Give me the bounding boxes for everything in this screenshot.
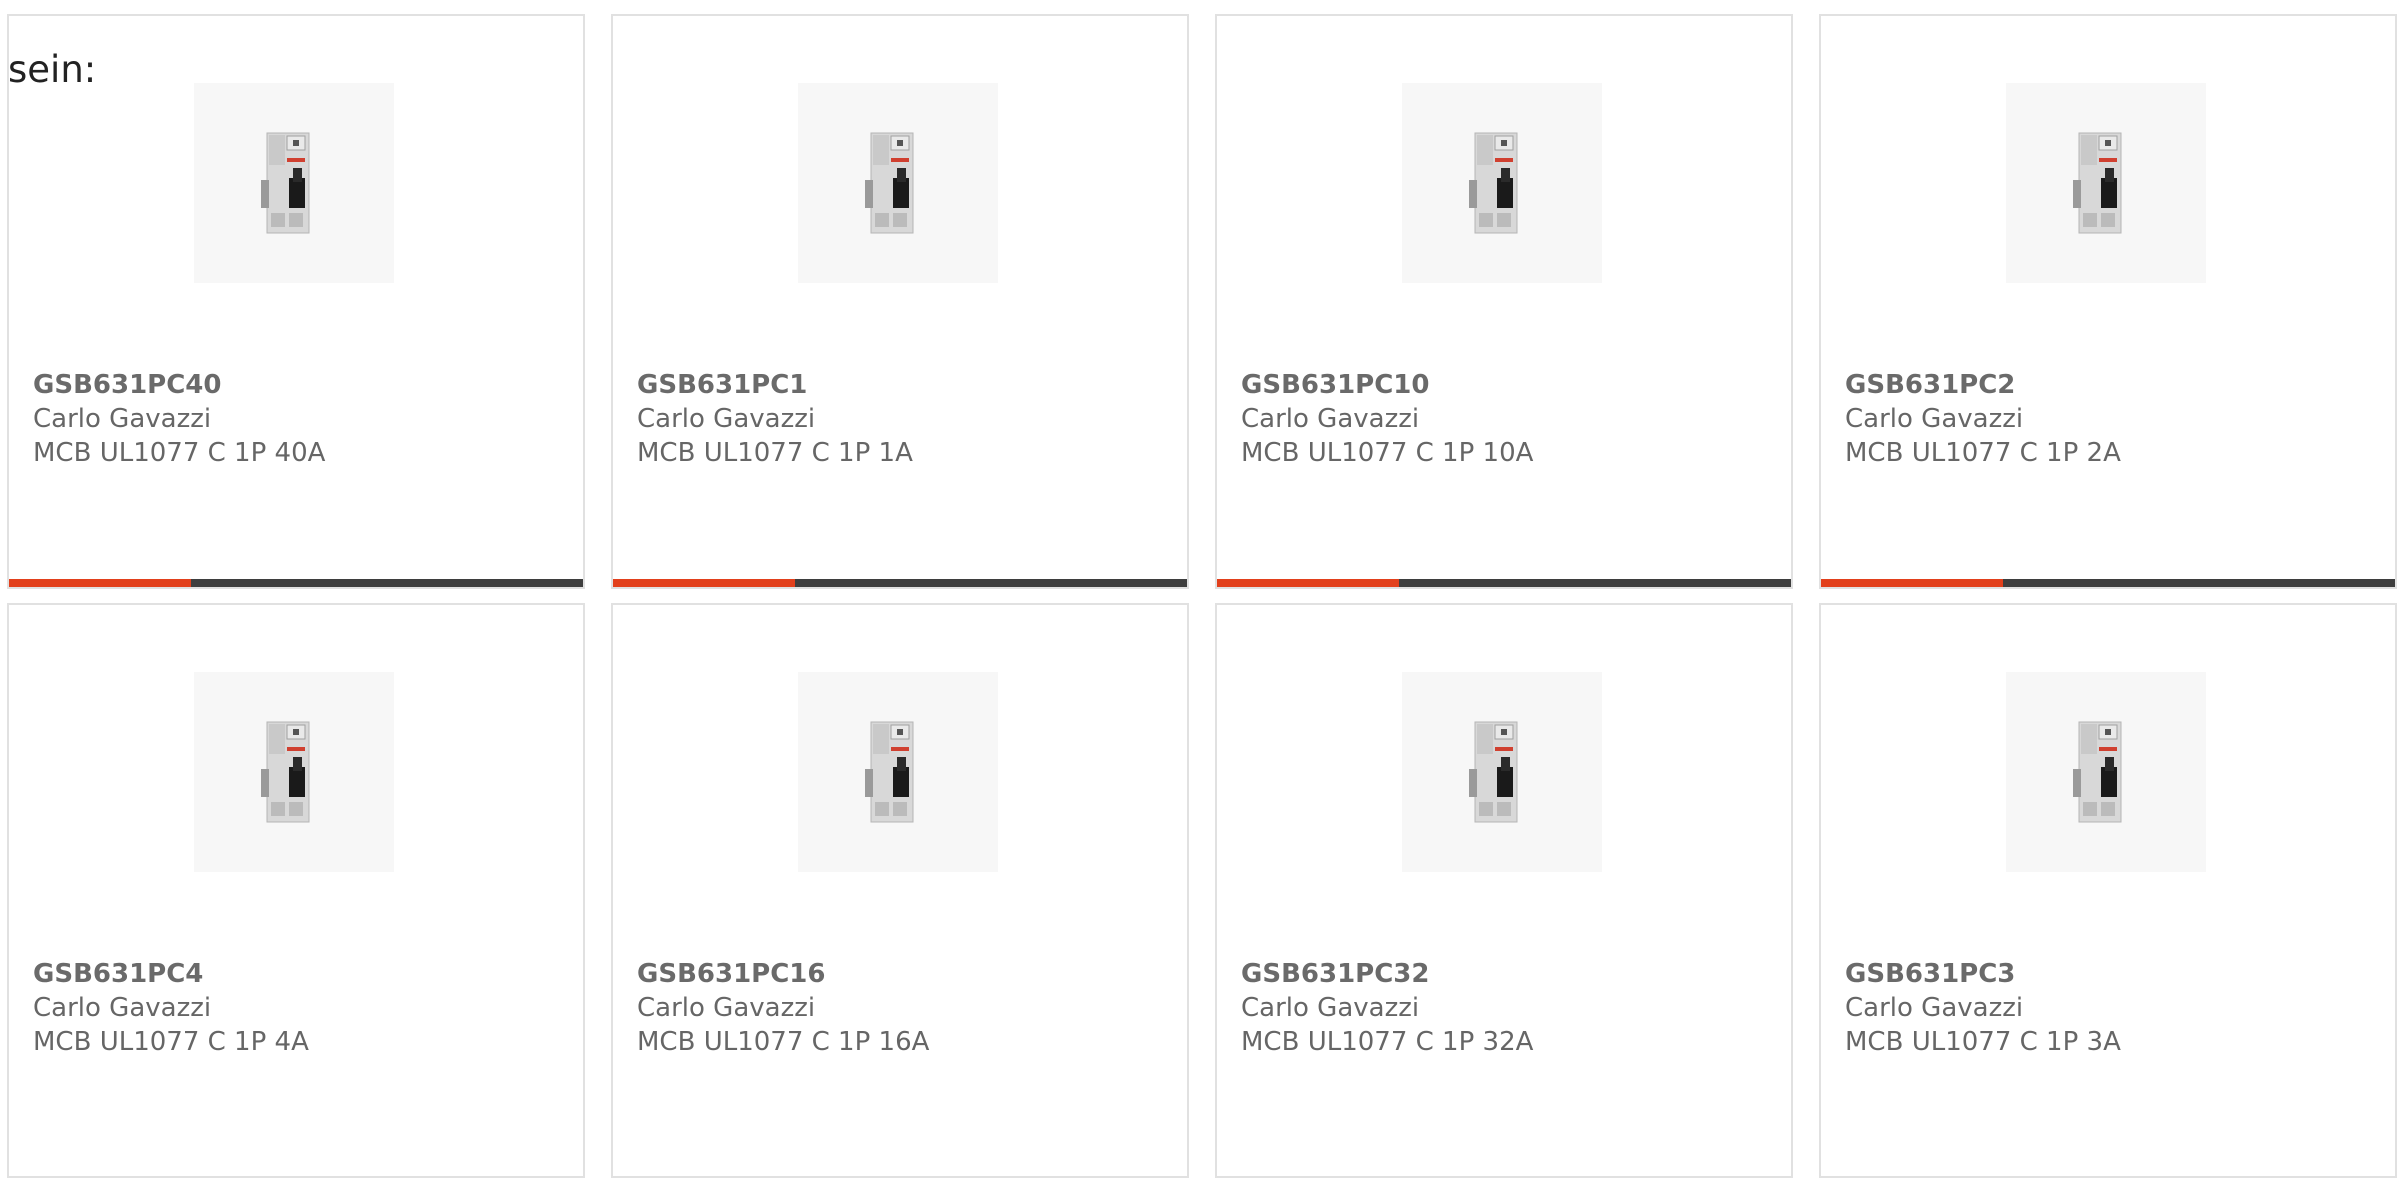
- product-image[interactable]: [798, 672, 998, 872]
- product-brand: Carlo Gavazzi: [1241, 993, 1420, 1023]
- product-description: MCB UL1077 C 1P 2A: [1845, 438, 2121, 468]
- card-bottom-bar: [1821, 579, 2395, 587]
- product-image[interactable]: [798, 83, 998, 283]
- product-sku[interactable]: GSB631PC1: [637, 368, 913, 402]
- product-image[interactable]: [1402, 83, 1602, 283]
- product-description: MCB UL1077 C 1P 16A: [637, 1027, 930, 1057]
- product-card[interactable]: GSB631PC40 Carlo Gavazzi MCB UL1077 C 1P…: [7, 14, 585, 589]
- card-bottom-bar: [1217, 579, 1791, 587]
- product-brand: Carlo Gavazzi: [637, 993, 816, 1023]
- product-image[interactable]: [1402, 672, 1602, 872]
- circuit-breaker-icon: [2073, 721, 2122, 823]
- product-sku[interactable]: GSB631PC3: [1845, 957, 2121, 991]
- circuit-breaker-icon: [261, 132, 310, 234]
- product-info: GSB631PC10 Carlo Gavazzi MCB UL1077 C 1P…: [1241, 368, 1533, 470]
- circuit-breaker-icon: [1469, 132, 1518, 234]
- product-sku[interactable]: GSB631PC4: [33, 957, 309, 991]
- product-description: MCB UL1077 C 1P 1A: [637, 438, 913, 468]
- card-bottom-bar: [613, 579, 1187, 587]
- product-image[interactable]: [194, 672, 394, 872]
- product-sku[interactable]: GSB631PC32: [1241, 957, 1533, 991]
- circuit-breaker-icon: [865, 721, 914, 823]
- product-image[interactable]: [194, 83, 394, 283]
- product-description: MCB UL1077 C 1P 3A: [1845, 1027, 2121, 1057]
- product-card[interactable]: GSB631PC3 Carlo Gavazzi MCB UL1077 C 1P …: [1819, 603, 2397, 1178]
- product-info: GSB631PC32 Carlo Gavazzi MCB UL1077 C 1P…: [1241, 957, 1533, 1059]
- product-brand: Carlo Gavazzi: [1241, 404, 1420, 434]
- product-card[interactable]: GSB631PC10 Carlo Gavazzi MCB UL1077 C 1P…: [1215, 14, 1793, 589]
- card-accent-bar: [9, 579, 191, 587]
- product-sku[interactable]: GSB631PC2: [1845, 368, 2121, 402]
- circuit-breaker-icon: [2073, 132, 2122, 234]
- circuit-breaker-icon: [261, 721, 310, 823]
- product-brand: Carlo Gavazzi: [33, 404, 212, 434]
- product-info: GSB631PC16 Carlo Gavazzi MCB UL1077 C 1P…: [637, 957, 929, 1059]
- card-accent-bar: [1821, 579, 2003, 587]
- product-description: MCB UL1077 C 1P 4A: [33, 1027, 309, 1057]
- product-card[interactable]: GSB631PC16 Carlo Gavazzi MCB UL1077 C 1P…: [611, 603, 1189, 1178]
- card-accent-bar: [1217, 579, 1399, 587]
- product-sku[interactable]: GSB631PC16: [637, 957, 929, 991]
- product-card[interactable]: GSB631PC32 Carlo Gavazzi MCB UL1077 C 1P…: [1215, 603, 1793, 1178]
- product-brand: Carlo Gavazzi: [637, 404, 816, 434]
- product-sku[interactable]: GSB631PC40: [33, 368, 325, 402]
- card-bottom-bar: [9, 579, 583, 587]
- product-brand: Carlo Gavazzi: [33, 993, 212, 1023]
- product-image[interactable]: [2006, 672, 2206, 872]
- product-info: GSB631PC2 Carlo Gavazzi MCB UL1077 C 1P …: [1845, 368, 2121, 470]
- intro-text: sein:: [8, 48, 97, 91]
- product-info: GSB631PC3 Carlo Gavazzi MCB UL1077 C 1P …: [1845, 957, 2121, 1059]
- product-info: GSB631PC40 Carlo Gavazzi MCB UL1077 C 1P…: [33, 368, 325, 470]
- product-brand: Carlo Gavazzi: [1845, 993, 2024, 1023]
- circuit-breaker-icon: [1469, 721, 1518, 823]
- product-info: GSB631PC1 Carlo Gavazzi MCB UL1077 C 1P …: [637, 368, 913, 470]
- circuit-breaker-icon: [865, 132, 914, 234]
- card-accent-bar: [613, 579, 795, 587]
- product-image[interactable]: [2006, 83, 2206, 283]
- product-card[interactable]: GSB631PC2 Carlo Gavazzi MCB UL1077 C 1P …: [1819, 14, 2397, 589]
- product-description: MCB UL1077 C 1P 40A: [33, 438, 326, 468]
- product-description: MCB UL1077 C 1P 10A: [1241, 438, 1534, 468]
- product-info: GSB631PC4 Carlo Gavazzi MCB UL1077 C 1P …: [33, 957, 309, 1059]
- product-card[interactable]: GSB631PC4 Carlo Gavazzi MCB UL1077 C 1P …: [7, 603, 585, 1178]
- product-description: MCB UL1077 C 1P 32A: [1241, 1027, 1534, 1057]
- product-grid: GSB631PC40 Carlo Gavazzi MCB UL1077 C 1P…: [0, 0, 2400, 1178]
- product-sku[interactable]: GSB631PC10: [1241, 368, 1533, 402]
- product-card[interactable]: GSB631PC1 Carlo Gavazzi MCB UL1077 C 1P …: [611, 14, 1189, 589]
- product-brand: Carlo Gavazzi: [1845, 404, 2024, 434]
